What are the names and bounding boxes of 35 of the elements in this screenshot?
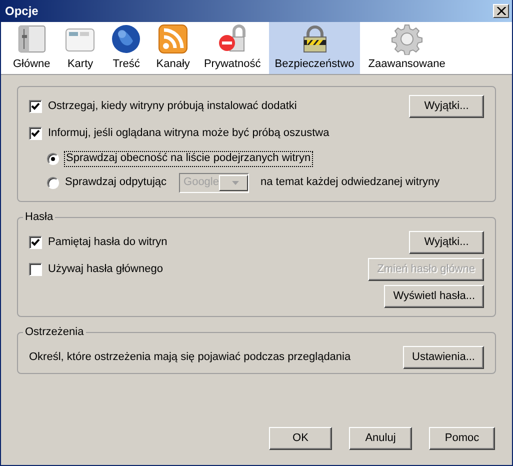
dialog-button[interactable]: Ustawienia... bbox=[403, 346, 484, 369]
checkbox-label[interactable]: Używaj hasła głównego bbox=[48, 262, 163, 276]
dialog-button[interactable]: Anuluj bbox=[349, 427, 412, 450]
toolbar-tab[interactable]: Główne bbox=[7, 22, 56, 74]
toolbar-tab[interactable]: Prywatność bbox=[198, 22, 267, 74]
checkbox[interactable] bbox=[29, 100, 42, 113]
close-icon bbox=[496, 7, 506, 15]
checkbox-label[interactable]: Ostrzegaj, kiedy witryny próbują instalować dodatki bbox=[48, 100, 297, 114]
close-button[interactable] bbox=[493, 4, 509, 18]
radio-suffix-text: na temat każdej odwiedzanej witryny bbox=[260, 176, 440, 190]
radio-button[interactable] bbox=[47, 153, 59, 165]
dialog-button[interactable]: Wyświetl hasła... bbox=[384, 285, 484, 308]
toolbar-tab[interactable]: Bezpieczeństwo bbox=[268, 22, 360, 74]
group-title: Ostrzeżenia bbox=[24, 327, 85, 338]
globe-icon bbox=[110, 22, 142, 55]
dialog-button[interactable]: Wyjątki... bbox=[409, 95, 484, 118]
toolbar-tab[interactable]: Karty bbox=[58, 22, 102, 74]
checkbox-label[interactable]: Pamiętaj hasła do witryn bbox=[48, 236, 168, 250]
checkbox-label[interactable]: Informuj, jeśli oglądana witryna może być próbą oszustwa bbox=[48, 126, 330, 140]
toolbar-tab[interactable]: Kanały bbox=[150, 22, 196, 74]
description-text: Określ, które ostrzeżenia mają się pojawiać podczas przeglądania bbox=[29, 350, 351, 364]
radio-label[interactable]: Sprawdzaj odpytując bbox=[65, 176, 167, 190]
toolbar-tab[interactable]: Zaawansowane bbox=[362, 22, 452, 74]
radio-label[interactable]: Sprawdzaj obecność na liście podejrzanych witryn bbox=[65, 152, 312, 166]
toolbar-tab[interactable]: Treść bbox=[104, 22, 148, 74]
checkbox[interactable] bbox=[29, 127, 42, 140]
checkbox[interactable] bbox=[29, 236, 42, 249]
dialog-button[interactable]: Wyjątki... bbox=[409, 231, 484, 254]
dialog-button[interactable]: OK bbox=[269, 427, 332, 450]
window-title: Opcje bbox=[5, 4, 38, 18]
caret-icon bbox=[232, 181, 239, 185]
checkbox[interactable] bbox=[29, 263, 42, 276]
dialog-button[interactable]: Pomoc bbox=[429, 427, 495, 450]
group-title: Hasła bbox=[24, 212, 54, 223]
radio-button[interactable] bbox=[47, 177, 59, 189]
